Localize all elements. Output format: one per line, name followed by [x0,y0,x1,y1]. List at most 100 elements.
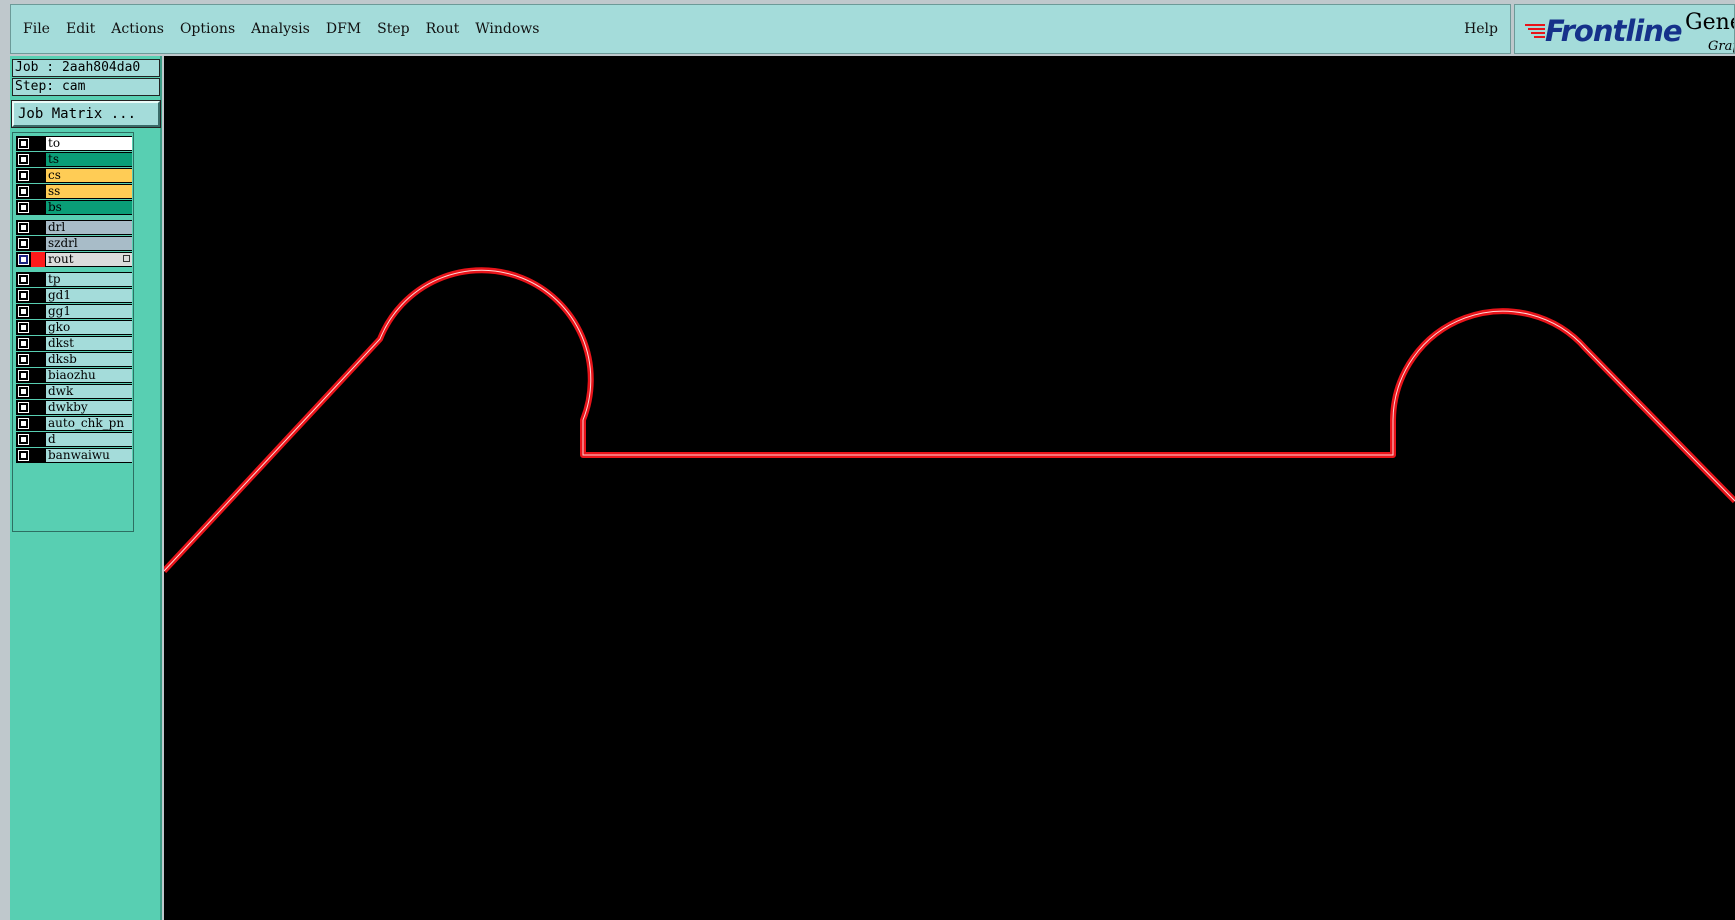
menu-edit[interactable]: Edit [66,21,95,37]
layer-row[interactable]: dksb [16,352,132,367]
layer-row[interactable]: szdrl [16,236,132,251]
layer-color-swatch[interactable] [31,168,45,183]
menu-rout[interactable]: Rout [426,21,460,37]
layer-row[interactable]: dkst [16,336,132,351]
checkbox-box [20,172,27,179]
layer-color-swatch[interactable] [31,288,45,303]
job-matrix-button[interactable]: Job Matrix ... [11,100,161,128]
menu-analysis[interactable]: Analysis [251,21,310,37]
layer-checkbox[interactable] [18,354,29,365]
layer-name[interactable]: auto_chk_pn [46,417,132,430]
layer-name[interactable]: rout [46,253,132,266]
layer-row[interactable]: ts [16,152,132,167]
layer-name[interactable]: tp [46,273,132,286]
layer-panel: Job : 2aah804da0 Step: cam Job Matrix ..… [10,56,162,920]
layer-color-swatch[interactable] [31,320,45,335]
layer-name[interactable]: d [46,433,132,446]
layer-color-swatch[interactable] [31,200,45,215]
layer-name[interactable]: cs [46,169,132,182]
layer-name[interactable]: dwkby [46,401,132,414]
layer-checkbox[interactable] [18,202,29,213]
menu-actions[interactable]: Actions [111,21,164,37]
layer-checkbox[interactable] [18,322,29,333]
layer-name[interactable]: ts [46,153,132,166]
layer-name[interactable]: drl [46,221,132,234]
layer-color-swatch[interactable] [31,252,45,267]
layer-row[interactable]: gd1 [16,288,132,303]
layer-color-swatch[interactable] [31,384,45,399]
layer-checkbox[interactable] [18,290,29,301]
layer-checkbox[interactable] [18,450,29,461]
layer-checkbox[interactable] [18,306,29,317]
layer-row[interactable]: rout [16,252,132,267]
layer-color-swatch[interactable] [31,304,45,319]
checkbox-box [20,204,27,211]
layer-name[interactable]: dkst [46,337,132,350]
layer-color-swatch[interactable] [31,368,45,383]
layer-checkbox[interactable] [18,154,29,165]
layer-checkbox[interactable] [18,138,29,149]
layer-color-swatch[interactable] [31,400,45,415]
checkbox-box [20,372,27,379]
product-name: Gene [1685,10,1734,35]
layer-name[interactable]: gko [46,321,132,334]
layer-checkbox[interactable] [18,370,29,381]
layer-color-swatch[interactable] [31,152,45,167]
checkbox-box [20,140,27,147]
checkbox-box [20,224,27,231]
layer-checkbox[interactable] [18,418,29,429]
layer-row[interactable]: dwkby [16,400,132,415]
layer-name[interactable]: gg1 [46,305,132,318]
layer-row[interactable]: bs [16,200,132,215]
layer-name[interactable]: gd1 [46,289,132,302]
layer-checkbox[interactable] [18,338,29,349]
layer-row[interactable]: gg1 [16,304,132,319]
layer-color-swatch[interactable] [31,416,45,431]
layer-row[interactable]: drl [16,220,132,235]
graphic-canvas[interactable] [164,56,1735,920]
layer-row[interactable]: cs [16,168,132,183]
layer-name[interactable]: biaozhu [46,369,132,382]
layer-checkbox[interactable] [18,434,29,445]
layer-name[interactable]: dksb [46,353,132,366]
layer-checkbox[interactable] [18,222,29,233]
layer-checkbox[interactable] [18,274,29,285]
layer-name[interactable]: szdrl [46,237,132,250]
layer-checkbox[interactable] [18,386,29,397]
layer-row[interactable]: banwaiwu [16,448,132,463]
layer-name[interactable]: bs [46,201,132,214]
layer-row[interactable]: ss [16,184,132,199]
layer-color-swatch[interactable] [31,448,45,463]
layer-name[interactable]: to [46,137,132,150]
speed-lines-icon [1525,24,1545,38]
layer-row[interactable]: gko [16,320,132,335]
layer-name[interactable]: ss [46,185,132,198]
layer-checkbox[interactable] [18,186,29,197]
menu-dfm[interactable]: DFM [326,21,361,37]
layer-row[interactable]: auto_chk_pn [16,416,132,431]
layer-color-swatch[interactable] [31,272,45,287]
layer-row[interactable]: tp [16,272,132,287]
layer-checkbox[interactable] [18,238,29,249]
layer-name[interactable]: dwk [46,385,132,398]
menu-options[interactable]: Options [180,21,235,37]
layer-checkbox[interactable] [18,402,29,413]
layer-row[interactable]: to [16,136,132,151]
layer-checkbox[interactable] [18,170,29,181]
layer-color-swatch[interactable] [31,352,45,367]
menu-windows[interactable]: Windows [475,21,539,37]
layer-name[interactable]: banwaiwu [46,449,132,462]
layer-checkbox[interactable] [18,254,29,265]
layer-color-swatch[interactable] [31,220,45,235]
layer-color-swatch[interactable] [31,336,45,351]
layer-color-swatch[interactable] [31,432,45,447]
layer-color-swatch[interactable] [31,136,45,151]
layer-color-swatch[interactable] [31,236,45,251]
layer-row[interactable]: biaozhu [16,368,132,383]
menu-help[interactable]: Help [1464,21,1498,37]
menu-step[interactable]: Step [377,21,409,37]
menu-file[interactable]: File [23,21,50,37]
layer-row[interactable]: d [16,432,132,447]
layer-color-swatch[interactable] [31,184,45,199]
layer-row[interactable]: dwk [16,384,132,399]
